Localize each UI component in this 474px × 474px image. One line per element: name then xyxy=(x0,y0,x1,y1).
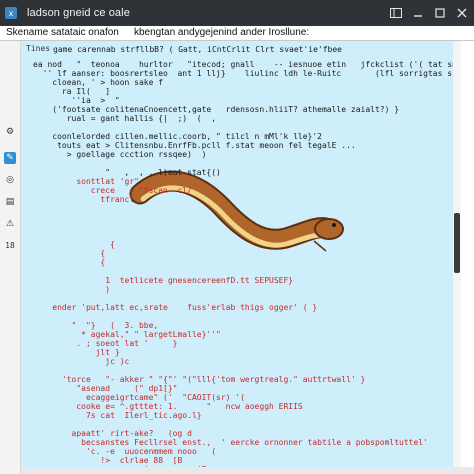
code-line: sonttlat 'gr" xyxy=(33,177,139,186)
editor-line-label: Tines xyxy=(26,44,51,53)
snake-illustration xyxy=(129,170,344,252)
code-line: ecaggeigrtcame" (' "CAOIT(sr) '( xyxy=(33,393,245,402)
code-line: becsanstes Fecllrsel enst., ' eercke orn… xyxy=(33,438,428,447)
code-line: crece = "fscan cl/ xyxy=(33,186,192,195)
gamepad-icon[interactable]: ◎ xyxy=(4,174,16,186)
code-line: 'torce "- akker " "{"' "("lll{'tom wergt… xyxy=(33,375,366,384)
code-line: apaatt' rirt-ake? (og d xyxy=(33,429,192,438)
code-editor[interactable]: Tines game carennab strfllbB? ( Gatt, iC… xyxy=(21,41,453,467)
code-line: cloean, ' > hoon sake f xyxy=(33,78,164,87)
code-line: { xyxy=(33,249,106,258)
close-icon[interactable] xyxy=(455,7,468,20)
number-label: 18 xyxy=(5,240,15,250)
code-line: jlt } xyxy=(33,348,120,357)
code-line: 'c. -e uuocenmmem nooo ( xyxy=(33,447,217,456)
tab-editor[interactable]: kbengtan andygejenind ander Irosllune: xyxy=(134,27,309,38)
code-line: touts eat > Clitensnbu.EnrfFb.pcll f.sta… xyxy=(33,141,356,150)
status-bar xyxy=(21,467,474,474)
code-line: '' lf aanser: boosrertsleo ant 1 llj} li… xyxy=(42,69,453,78)
code-line: { xyxy=(33,240,115,249)
code-line: { xyxy=(33,258,106,267)
app-icon: x xyxy=(5,7,17,19)
code-line: " "} ( 3. bbe, xyxy=(33,321,159,330)
file-icon[interactable]: ▤ xyxy=(4,196,16,208)
wrench-icon[interactable]: ✎ xyxy=(4,152,16,164)
warning-icon[interactable]: ⚠ xyxy=(4,218,16,230)
code-line: tfrancl xyxy=(33,195,135,204)
window-title: ladson gneid ce oale xyxy=(27,7,130,19)
code-line: ('footsate colitenaCnoencett,gate rdenso… xyxy=(33,105,400,114)
code-line: rual = gant hallis {| ;) ( , xyxy=(33,114,217,123)
tab-file[interactable]: Skename satataic onafon xyxy=(6,27,119,38)
code-line: " , , , l)eat stat{() xyxy=(33,168,221,177)
code-line: > goellage ccction rssqee) ) xyxy=(33,150,207,159)
code-line: !> clrlae 88 [B xyxy=(33,456,183,465)
activity-sidebar: ⚙ ✎ ◎ ▤ ⚠ 18 xyxy=(0,41,21,474)
gear-icon[interactable]: ⚙ xyxy=(4,126,16,138)
minimize-icon[interactable] xyxy=(411,7,424,20)
maximize-icon[interactable] xyxy=(433,7,446,20)
tab-bar: Skename satataic onafon kbengtan andygej… xyxy=(0,26,474,41)
code-line: ''ia > " xyxy=(33,96,120,105)
window-controls xyxy=(389,0,468,26)
code-line: jc )c xyxy=(33,357,130,366)
scroll-thumb[interactable] xyxy=(454,213,460,273)
code-line: ) xyxy=(33,285,111,294)
code-line: game carennab strfllbB? ( Gatt, iCntCrli… xyxy=(53,45,342,54)
panel-toggle-icon[interactable] xyxy=(389,7,402,20)
title-bar: x ladson gneid ce oale xyxy=(0,0,474,26)
code-line: * agekal," " largetLmalle}''" xyxy=(33,330,221,339)
code-line: 7s cat Ilerl_tic.ago.l} xyxy=(33,411,202,420)
code-line: ea nod " teonoa hurltor "itecod; gnall -… xyxy=(33,60,453,69)
code-line: coonlelorded cillen.mellic.coorb, " tilc… xyxy=(33,132,322,141)
code-line: cooke e= ^.gtttet: 1. " ncw aoeggh ERIIS xyxy=(33,402,303,411)
code-line: ra Il( ] xyxy=(33,87,111,96)
code-line: 1 tetlicete gnesencereenfD.tt SEPUSEF} xyxy=(33,276,294,285)
code-line: "asenad (" dp1[}" xyxy=(33,384,178,393)
code-line: ender 'put,latt ec,srate fuss'erlab thig… xyxy=(33,303,318,312)
code-line: . ; soeot lat ' } xyxy=(33,339,178,348)
vertical-scrollbar[interactable] xyxy=(453,41,461,467)
